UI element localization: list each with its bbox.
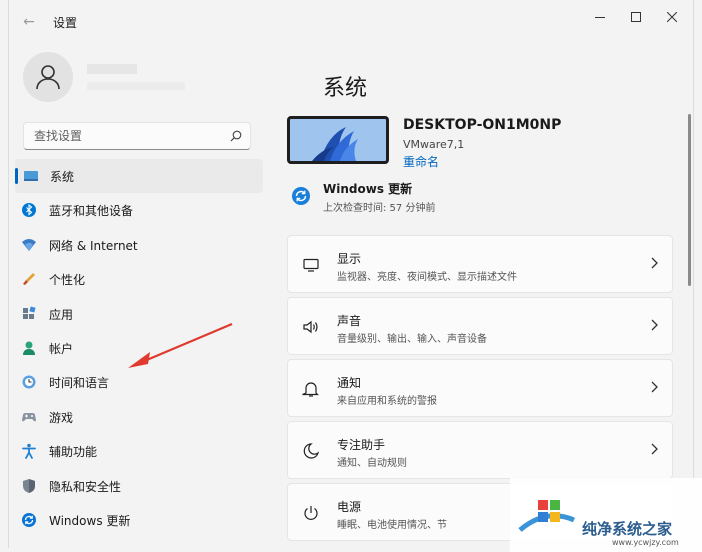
- sidebar-item-label: 应用: [49, 307, 74, 322]
- watermark-text: 纯净系统之家: [582, 520, 673, 538]
- device-model: VMware7,1: [403, 138, 465, 151]
- sidebar-item-label: 隐私和安全性: [49, 479, 122, 494]
- wifi-icon: [22, 238, 36, 251]
- accessibility-icon: [22, 443, 36, 460]
- sidebar-item-bluetooth[interactable]: 蓝牙和其他设备: [9, 193, 271, 227]
- card-sound[interactable]: 声音 音量级别、输出、输入、声音设备: [287, 297, 673, 355]
- sidebar-item-network[interactable]: 网络 & Internet: [9, 228, 271, 262]
- chevron-right-icon: [651, 443, 658, 455]
- device-thumbnail: [287, 116, 389, 164]
- card-notifications[interactable]: 通知 来自应用和系统的警报: [287, 359, 673, 417]
- rename-link[interactable]: 重命名: [403, 153, 439, 170]
- card-display[interactable]: 显示 监视器、亮度、夜间模式、显示描述文件: [287, 235, 673, 293]
- device-name: DESKTOP-ON1M0NP: [403, 117, 562, 133]
- selection-indicator: [15, 168, 18, 184]
- card-title: 声音: [337, 314, 362, 328]
- sidebar-item-system[interactable]: 系统: [15, 159, 263, 194]
- sidebar-item-windows-update[interactable]: Windows 更新: [9, 503, 271, 537]
- annotation-arrow: [128, 322, 233, 368]
- sidebar-item-label: 游戏: [49, 410, 74, 425]
- maximize-button[interactable]: [619, 6, 653, 28]
- user-name-redacted: [87, 64, 137, 74]
- sidebar-item-privacy[interactable]: 隐私和安全性: [9, 469, 271, 503]
- chevron-right-icon: [651, 381, 658, 393]
- sidebar-item-label: 系统: [50, 170, 75, 184]
- windows-update-icon: [22, 512, 36, 527]
- card-description: 通知、自动规则: [337, 458, 407, 469]
- scrollbar-thumb[interactable]: [688, 114, 691, 286]
- user-avatar-icon: [36, 65, 60, 90]
- search-box[interactable]: [23, 122, 251, 150]
- update-last-checked: 上次检查时间: 57 分钟前: [323, 203, 436, 214]
- bluetooth-icon: [22, 203, 36, 218]
- shield-icon: [23, 478, 35, 493]
- card-title: 专注助手: [337, 438, 386, 452]
- clock-globe-icon: [22, 375, 36, 389]
- search-input[interactable]: [24, 123, 224, 149]
- windows-update-status-icon[interactable]: [291, 186, 311, 206]
- sidebar-item-label: 帐户: [49, 341, 74, 356]
- search-icon[interactable]: [230, 130, 242, 142]
- apps-icon: [23, 306, 36, 319]
- settings-window: ← 设置 系统 蓝牙和其他设备: [8, 0, 694, 548]
- bell-icon: [302, 382, 319, 397]
- card-title: 电源: [337, 500, 362, 514]
- chevron-right-icon: [651, 257, 658, 269]
- maximize-icon: [631, 12, 641, 22]
- card-description: 监视器、亮度、夜间模式、显示描述文件: [337, 272, 517, 283]
- page-title: 系统: [323, 76, 368, 101]
- title-bar: ← 设置: [9, 0, 695, 42]
- paintbrush-icon: [23, 273, 35, 286]
- card-description: 睡眠、电池使用情况、节: [337, 520, 447, 531]
- card-description: 音量级别、输出、输入、声音设备: [337, 334, 487, 345]
- monitor-icon: [24, 171, 38, 181]
- user-avatar[interactable]: [23, 52, 73, 102]
- sidebar-item-accessibility[interactable]: 辅助功能: [9, 434, 271, 468]
- card-title: 通知: [337, 376, 362, 390]
- windows-wallpaper-image: [290, 119, 386, 161]
- close-icon: [667, 12, 677, 22]
- sidebar-item-personalization[interactable]: 个性化: [9, 262, 271, 296]
- close-button[interactable]: [655, 6, 689, 28]
- display-icon: [303, 258, 319, 272]
- sidebar-item-gaming[interactable]: 游戏: [9, 400, 271, 434]
- watermark-url: www.ycwjzy.com: [612, 538, 679, 547]
- card-description: 来自应用和系统的警报: [337, 396, 437, 407]
- sidebar-item-label: 辅助功能: [49, 445, 98, 460]
- sidebar-item-label: 蓝牙和其他设备: [49, 204, 134, 219]
- sidebar-item-label: 时间和语言: [49, 376, 110, 391]
- sidebar-item-label: 个性化: [49, 273, 86, 288]
- sidebar-item-label: Windows 更新: [49, 513, 131, 528]
- minimize-button[interactable]: [583, 6, 617, 28]
- power-icon: [304, 506, 318, 520]
- card-title: 显示: [337, 252, 362, 266]
- app-title: 设置: [53, 16, 78, 30]
- minimize-icon: [595, 17, 605, 18]
- account-icon: [23, 341, 35, 355]
- watermark-logo: [518, 500, 575, 532]
- card-focus-assist[interactable]: 专注助手 通知、自动规则: [287, 421, 673, 479]
- user-email-redacted: [87, 82, 185, 90]
- back-arrow-icon[interactable]: ←: [19, 12, 39, 32]
- chevron-right-icon: [651, 319, 658, 331]
- gamepad-icon: [22, 412, 36, 422]
- speaker-icon: [303, 320, 318, 334]
- moon-icon: [303, 443, 320, 459]
- update-title[interactable]: Windows 更新: [323, 180, 412, 197]
- sidebar-item-label: 网络 & Internet: [49, 238, 138, 253]
